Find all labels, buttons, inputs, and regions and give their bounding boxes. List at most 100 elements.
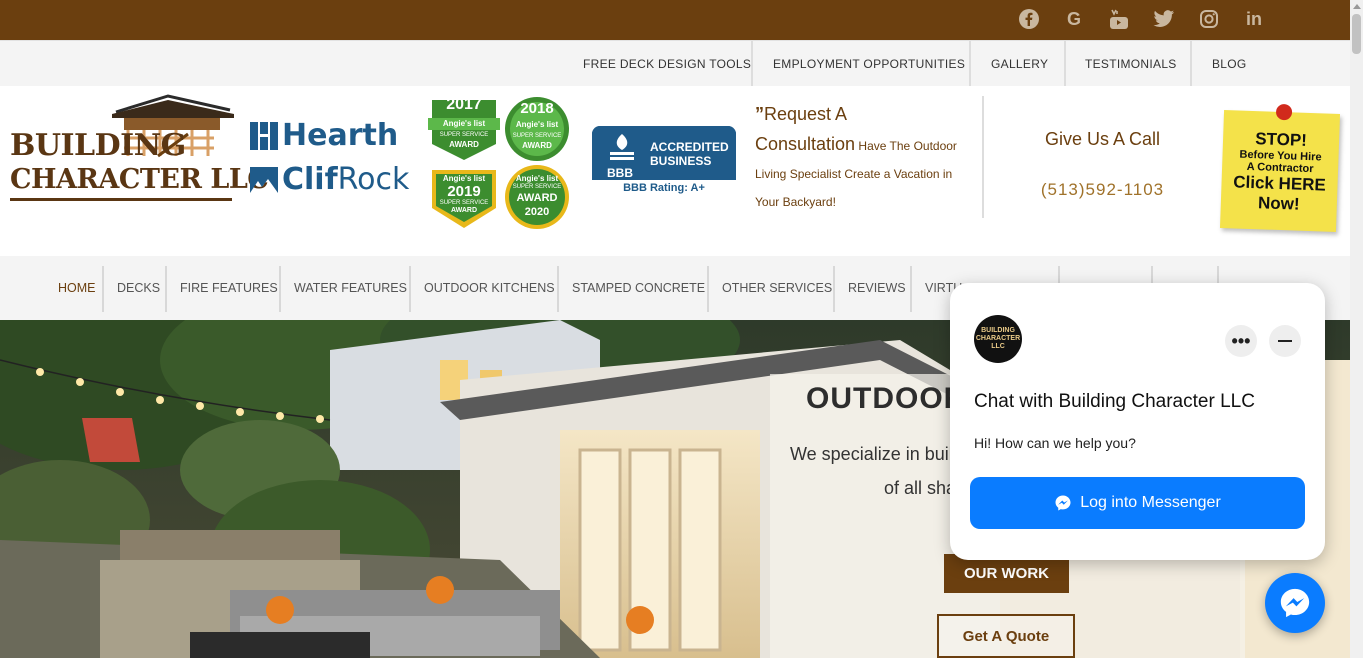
more-options-button[interactable]: ••• xyxy=(1225,325,1257,357)
badge-line2: AWARD xyxy=(516,192,558,204)
hero-tagline-1: We specialize in buil xyxy=(790,444,953,464)
twitter-icon[interactable] xyxy=(1152,7,1176,31)
subnav-gallery[interactable]: GALLERY xyxy=(991,41,1048,87)
request-title-1: Request A xyxy=(764,104,848,124)
badge-year: 2019 xyxy=(447,183,481,200)
log-into-messenger-label: Log into Messenger xyxy=(1080,494,1221,511)
badge-year: 2018 xyxy=(520,100,554,117)
site-header: BUILDING CHARACTER LLC Hearth ClifRock 2… xyxy=(0,86,1350,256)
messenger-icon xyxy=(1055,495,1071,511)
messenger-fab-button[interactable] xyxy=(1265,573,1325,633)
log-into-messenger-button[interactable]: Log into Messenger xyxy=(970,477,1305,529)
badge-brand: Angie's list xyxy=(515,120,559,129)
hero-tagline-2: of all sha xyxy=(884,478,957,498)
nav-reviews[interactable]: REVIEWS xyxy=(848,256,906,320)
google-icon[interactable]: G xyxy=(1062,7,1086,31)
nav-stamped-concrete[interactable]: STAMPED CONCRETE xyxy=(572,256,705,320)
secondary-nav: FREE DECK DESIGN TOOLS EMPLOYMENT OPPORT… xyxy=(0,40,1350,87)
divider xyxy=(279,266,281,312)
logo-line1: BUILDING xyxy=(10,128,186,163)
angies-badge-2020: Angie's list SUPER SERVICE AWARD 2020 xyxy=(501,164,573,230)
subnav-blog[interactable]: BLOG xyxy=(1212,41,1247,87)
divider xyxy=(409,266,411,312)
mountain-icon xyxy=(250,166,278,193)
divider xyxy=(165,266,167,312)
nav-water-features[interactable]: WATER FEATURES xyxy=(294,256,407,320)
badge-line1: SUPER SERVICE xyxy=(512,133,562,139)
badge-brand: Angie's list xyxy=(442,119,486,128)
scroll-thumb[interactable] xyxy=(1352,14,1361,54)
divider xyxy=(833,266,835,312)
hero-title: OUTDOOR xyxy=(806,382,967,415)
subnav-employment-opportunities[interactable]: EMPLOYMENT OPPORTUNITIES xyxy=(773,41,965,87)
bbb-line2: BUSINESS xyxy=(650,154,712,168)
call-title: Give Us A Call xyxy=(1044,129,1161,149)
instagram-icon[interactable] xyxy=(1197,7,1221,31)
bbb-accredited-text: ACCREDITED BUSINESS xyxy=(650,140,729,168)
google-glyph: G xyxy=(1066,8,1081,29)
page: G in FREE DECK DESIGN TOOLS EMPLOYMENT O… xyxy=(0,0,1363,658)
badge-line1: SUPER SERVICE xyxy=(439,132,489,138)
stop-line5: Now! xyxy=(1257,193,1300,214)
divider xyxy=(1064,41,1066,87)
badge-brand: Angie's list xyxy=(515,174,559,183)
linkedin-glyph: in xyxy=(1246,8,1262,29)
hearth-icon xyxy=(250,121,278,150)
badge-brand: Angie's list xyxy=(442,174,486,183)
clif-wordmark-b: Rock xyxy=(337,162,410,197)
badge-line2: AWARD xyxy=(450,207,478,214)
nav-fire-features[interactable]: FIRE FEATURES xyxy=(180,256,278,320)
request-title-2: Consultation xyxy=(755,134,856,154)
logo-underline xyxy=(10,198,232,201)
request-consultation-link[interactable]: ”Request A Consultation Have The Outdoor… xyxy=(755,100,975,216)
angies-badge-2018: 2018 Angie's list SUPER SERVICE AWARD xyxy=(501,96,573,162)
badge-line2: AWARD xyxy=(522,141,552,150)
chat-greeting: Hi! How can we help you? xyxy=(974,435,1136,451)
chat-avatar: BUILDING CHARACTER LLC xyxy=(974,315,1022,363)
hearth-logo: Hearth xyxy=(250,118,398,153)
facebook-icon[interactable] xyxy=(1017,7,1041,31)
bbb-rating: BBB Rating: A+ xyxy=(592,180,736,196)
divider xyxy=(969,41,971,87)
logo-line2: CHARACTER LLC xyxy=(10,164,269,195)
clif-wordmark-a: Clif xyxy=(282,162,338,197)
divider xyxy=(1190,41,1192,87)
social-bar: G in xyxy=(0,0,1350,40)
divider xyxy=(982,96,984,218)
phone-link[interactable]: (513)592-1103 xyxy=(1000,180,1205,200)
stop-line4: Click HERE xyxy=(1232,172,1327,195)
youtube-icon[interactable] xyxy=(1107,7,1131,31)
subnav-testimonials[interactable]: TESTIMONIALS xyxy=(1085,41,1177,87)
bbb-accredited-badge[interactable]: BBB ACCREDITED BUSINESS BBB Rating: A+ xyxy=(592,126,736,196)
stop-contractor-note[interactable]: STOP! Before You Hire A Contractor Click… xyxy=(1219,103,1341,232)
building-character-logo[interactable]: BUILDING CHARACTER LLC xyxy=(8,94,269,201)
nav-decks[interactable]: DECKS xyxy=(117,256,160,320)
divider xyxy=(102,266,104,312)
subnav-free-deck-design-tools[interactable]: FREE DECK DESIGN TOOLS xyxy=(583,41,751,87)
quote-mark: ” xyxy=(755,104,764,124)
messenger-icon xyxy=(1280,588,1310,618)
nav-home[interactable]: HOME xyxy=(58,256,96,320)
badge-year: 2017 xyxy=(446,96,482,113)
bbb-torch-icon xyxy=(610,134,634,160)
chat-title: Chat with Building Character LLC xyxy=(974,391,1255,412)
minimize-button[interactable] xyxy=(1269,325,1301,357)
scrollbar[interactable] xyxy=(1350,0,1363,658)
hearth-wordmark: Hearth xyxy=(282,118,399,153)
badge-year: 2020 xyxy=(524,206,550,218)
divider xyxy=(910,266,912,312)
get-a-quote-button[interactable]: Get A Quote xyxy=(937,614,1075,658)
angies-badge-2017: 2017 Angie's list SUPER SERVICE AWARD xyxy=(428,96,500,162)
divider xyxy=(707,266,709,312)
divider xyxy=(557,266,559,312)
divider xyxy=(751,41,753,87)
linkedin-icon[interactable]: in xyxy=(1242,7,1266,31)
badge-line1: SUPER SERVICE xyxy=(512,184,562,190)
clifrock-logo: ClifRock xyxy=(250,162,409,197)
messenger-chat-popup: BUILDING CHARACTER LLC ••• Chat with Bui… xyxy=(950,283,1325,560)
scroll-up-arrow-icon[interactable] xyxy=(1353,4,1361,9)
nav-outdoor-kitchens[interactable]: OUTDOOR KITCHENS xyxy=(424,256,555,320)
angies-badge-2019: Angie's list 2019 SUPER SERVICE AWARD xyxy=(428,164,500,230)
nav-other-services[interactable]: OTHER SERVICES xyxy=(722,256,832,320)
bbb-line1: ACCREDITED xyxy=(650,140,729,154)
